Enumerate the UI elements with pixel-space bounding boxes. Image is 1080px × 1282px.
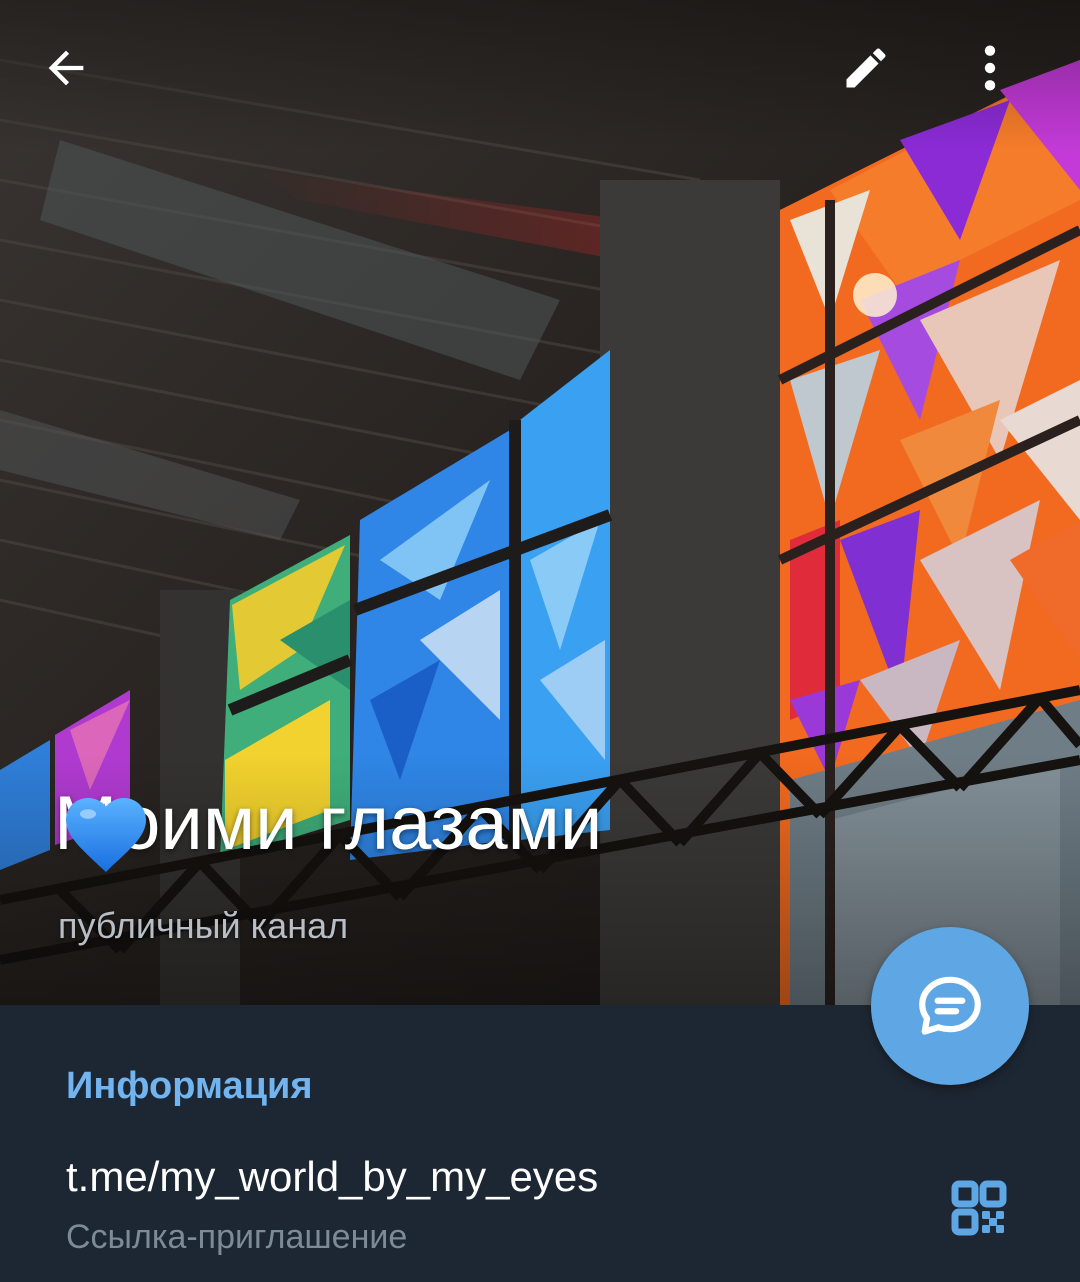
discussion-fab[interactable]	[871, 927, 1029, 1085]
message-bubble-icon	[919, 976, 981, 1035]
channel-link-caption: Ссылка-приглашение	[66, 1218, 408, 1256]
top-app-bar	[0, 0, 1080, 160]
pencil-icon	[846, 48, 886, 88]
arrow-left-icon	[48, 50, 84, 86]
more-vertical-icon	[984, 45, 996, 91]
qr-code-button[interactable]	[944, 1173, 1014, 1243]
channel-link[interactable]: t.me/my_world_by_my_eyes	[66, 1153, 598, 1201]
channel-cover-photo: Моими глазами публичный канал	[0, 0, 1080, 1005]
channel-profile-screen: Моими глазами публичный канал Информация…	[0, 0, 1080, 1282]
qr-code-icon	[951, 1180, 1007, 1236]
edit-button[interactable]	[840, 42, 916, 118]
channel-type-label: публичный канал	[58, 905, 349, 946]
blue-heart-icon	[66, 798, 146, 872]
back-button[interactable]	[40, 42, 116, 118]
channel-title: Моими глазами	[54, 786, 602, 872]
more-options-button[interactable]	[980, 42, 1046, 118]
section-title: Информация	[66, 1065, 313, 1107]
